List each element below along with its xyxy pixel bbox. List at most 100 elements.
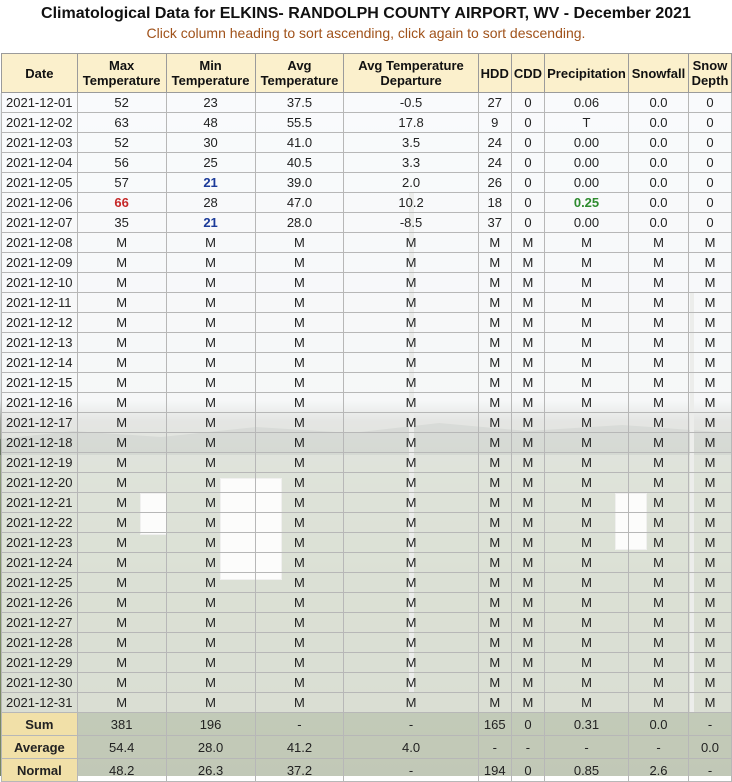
cell-max: 66: [76, 192, 167, 213]
cell-max: 57: [76, 172, 167, 193]
cell-depth: M: [687, 312, 732, 333]
summary-cell-depth: -: [687, 712, 732, 736]
summary-cell-hdd: 194: [477, 758, 512, 782]
cell-depth: M: [687, 372, 732, 393]
column-header-depth[interactable]: Snow Depth: [687, 53, 732, 93]
column-header-hdd[interactable]: HDD: [477, 53, 512, 93]
cell-hdd: M: [477, 512, 512, 533]
cell-depth: M: [687, 292, 732, 313]
cell-snow: M: [628, 472, 689, 493]
cell-cdd: M: [510, 292, 546, 313]
cell-hdd: 24: [477, 152, 512, 173]
cell-dep: M: [343, 472, 479, 493]
cell-depth: M: [687, 652, 732, 673]
cell-cdd: M: [510, 512, 546, 533]
summary-cell-dep: 4.0: [343, 735, 479, 759]
cell-date: 2021-12-10: [1, 272, 78, 293]
cell-avg: M: [254, 432, 345, 453]
column-header-date[interactable]: Date: [1, 53, 78, 93]
cell-snow: M: [628, 492, 689, 513]
table-row: 2021-12-28 M M M M M M M M M: [1, 632, 732, 653]
cell-max: M: [76, 692, 167, 713]
cell-cdd: M: [510, 352, 546, 373]
cell-depth: M: [687, 592, 732, 613]
cell-hdd: M: [477, 232, 512, 253]
cell-cdd: M: [510, 692, 546, 713]
cell-cdd: M: [510, 392, 546, 413]
cell-snow: M: [628, 452, 689, 473]
cell-hdd: M: [477, 472, 512, 493]
cell-dep: 10.2: [343, 192, 479, 213]
cell-max: M: [76, 672, 167, 693]
cell-dep: M: [343, 572, 479, 593]
cell-max: 35: [76, 212, 167, 233]
table-row: 2021-12-19 M M M M M M M M M: [1, 452, 732, 473]
sort-instructions: Click column heading to sort ascending, …: [146, 25, 586, 41]
cell-min: 28: [165, 192, 256, 213]
table-row: 2021-12-16 M M M M M M M M M: [1, 392, 732, 413]
cell-min: M: [165, 672, 256, 693]
summary-cell-hdd: -: [477, 735, 512, 759]
column-header-avg[interactable]: Avg Temperature: [254, 53, 345, 93]
column-header-min[interactable]: Min Temperature: [165, 53, 256, 93]
summary-cell-precip: 0.85: [544, 758, 629, 782]
cell-cdd: M: [510, 612, 546, 633]
table-row: 2021-12-29 M M M M M M M M M: [1, 652, 732, 673]
cell-cdd: M: [510, 652, 546, 673]
cell-avg: M: [254, 292, 345, 313]
cell-min: M: [165, 632, 256, 653]
column-header-cdd[interactable]: CDD: [510, 53, 546, 93]
cell-min: M: [165, 532, 256, 553]
cell-snow: 0.0: [628, 152, 689, 173]
cell-min: 21: [165, 212, 256, 233]
cell-min: M: [165, 512, 256, 533]
cell-date: 2021-12-05: [1, 172, 78, 193]
cell-precip: M: [544, 692, 629, 713]
cell-precip: 0.00: [544, 132, 629, 153]
cell-hdd: 26: [477, 172, 512, 193]
cell-dep: M: [343, 632, 479, 653]
table-row: 2021-12-25 M M M M M M M M M: [1, 572, 732, 593]
cell-date: 2021-12-28: [1, 632, 78, 653]
cell-avg: M: [254, 632, 345, 653]
cell-avg: M: [254, 272, 345, 293]
cell-depth: M: [687, 692, 732, 713]
cell-date: 2021-12-14: [1, 352, 78, 373]
column-header-max[interactable]: Max Temperature: [76, 53, 167, 93]
table-header: Date Max Temperature Min Temperature Avg Tempe…: [1, 53, 732, 93]
cell-snow: 0.0: [628, 212, 689, 233]
cell-avg: 37.5: [254, 92, 345, 113]
cell-date: 2021-12-06: [1, 192, 78, 213]
column-header-precip[interactable]: Precipitation: [544, 53, 629, 93]
summary-label: Average: [1, 735, 78, 759]
table-body: 2021-12-01 52 23 37.5 -0.5 27 0 0.06 0.0 0 2021-12…: [1, 92, 732, 782]
column-header-dep[interactable]: Avg Temperature Departure: [343, 53, 479, 93]
cell-avg: M: [254, 572, 345, 593]
cell-depth: 0: [687, 112, 732, 133]
cell-max: M: [76, 432, 167, 453]
cell-dep: M: [343, 672, 479, 693]
cell-date: 2021-12-07: [1, 212, 78, 233]
cell-precip: M: [544, 432, 629, 453]
cell-max: 52: [76, 92, 167, 113]
table-row: 2021-12-11 M M M M M M M M M: [1, 292, 732, 313]
cell-max: M: [76, 312, 167, 333]
cell-hdd: M: [477, 272, 512, 293]
summary-cell-depth: -: [687, 758, 732, 782]
cell-date: 2021-12-09: [1, 252, 78, 273]
column-header-label: Snow: [692, 58, 728, 73]
cell-min: 23: [165, 92, 256, 113]
cell-hdd: 37: [477, 212, 512, 233]
cell-precip: M: [544, 252, 629, 273]
column-header-snow[interactable]: Snowfall: [628, 53, 689, 93]
cell-snow: M: [628, 592, 689, 613]
cell-max: M: [76, 392, 167, 413]
cell-hdd: M: [477, 452, 512, 473]
cell-min: 48: [165, 112, 256, 133]
cell-cdd: M: [510, 552, 546, 573]
cell-min: M: [165, 452, 256, 473]
cell-depth: M: [687, 392, 732, 413]
cell-avg: 55.5: [254, 112, 345, 133]
cell-min: M: [165, 392, 256, 413]
cell-date: 2021-12-12: [1, 312, 78, 333]
